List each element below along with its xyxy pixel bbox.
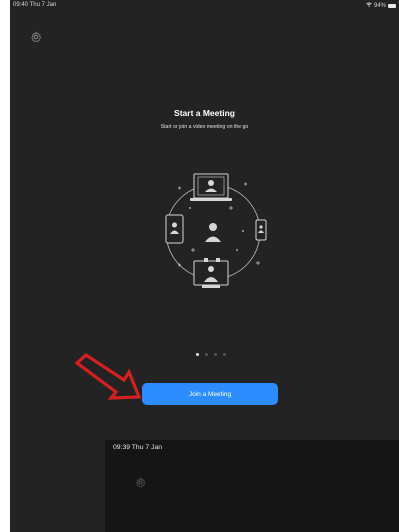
overlay-status-time: 09:39 Thu 7 Jan (113, 444, 163, 451)
page-dot[interactable] (223, 353, 226, 356)
wifi-icon (366, 2, 372, 9)
meeting-network-illustration (165, 173, 267, 288)
status-right: 94% (366, 2, 396, 9)
join-meeting-button[interactable]: Join a Meeting (142, 383, 278, 405)
battery-icon (388, 3, 396, 8)
overlay-gear-icon (135, 477, 146, 488)
arrow-icon (74, 352, 142, 400)
battery-percent: 94% (373, 2, 386, 9)
page-dot-active[interactable] (196, 353, 199, 356)
zoom-app-screen: 09:40 Thu 7 Jan 94% Start a Meeting Star… (10, 0, 399, 532)
page-dot[interactable] (214, 353, 217, 356)
page-dot[interactable] (205, 353, 208, 356)
overlay-screenshot: 09:39 Thu 7 Jan (105, 440, 399, 532)
page-indicator[interactable] (196, 353, 226, 356)
